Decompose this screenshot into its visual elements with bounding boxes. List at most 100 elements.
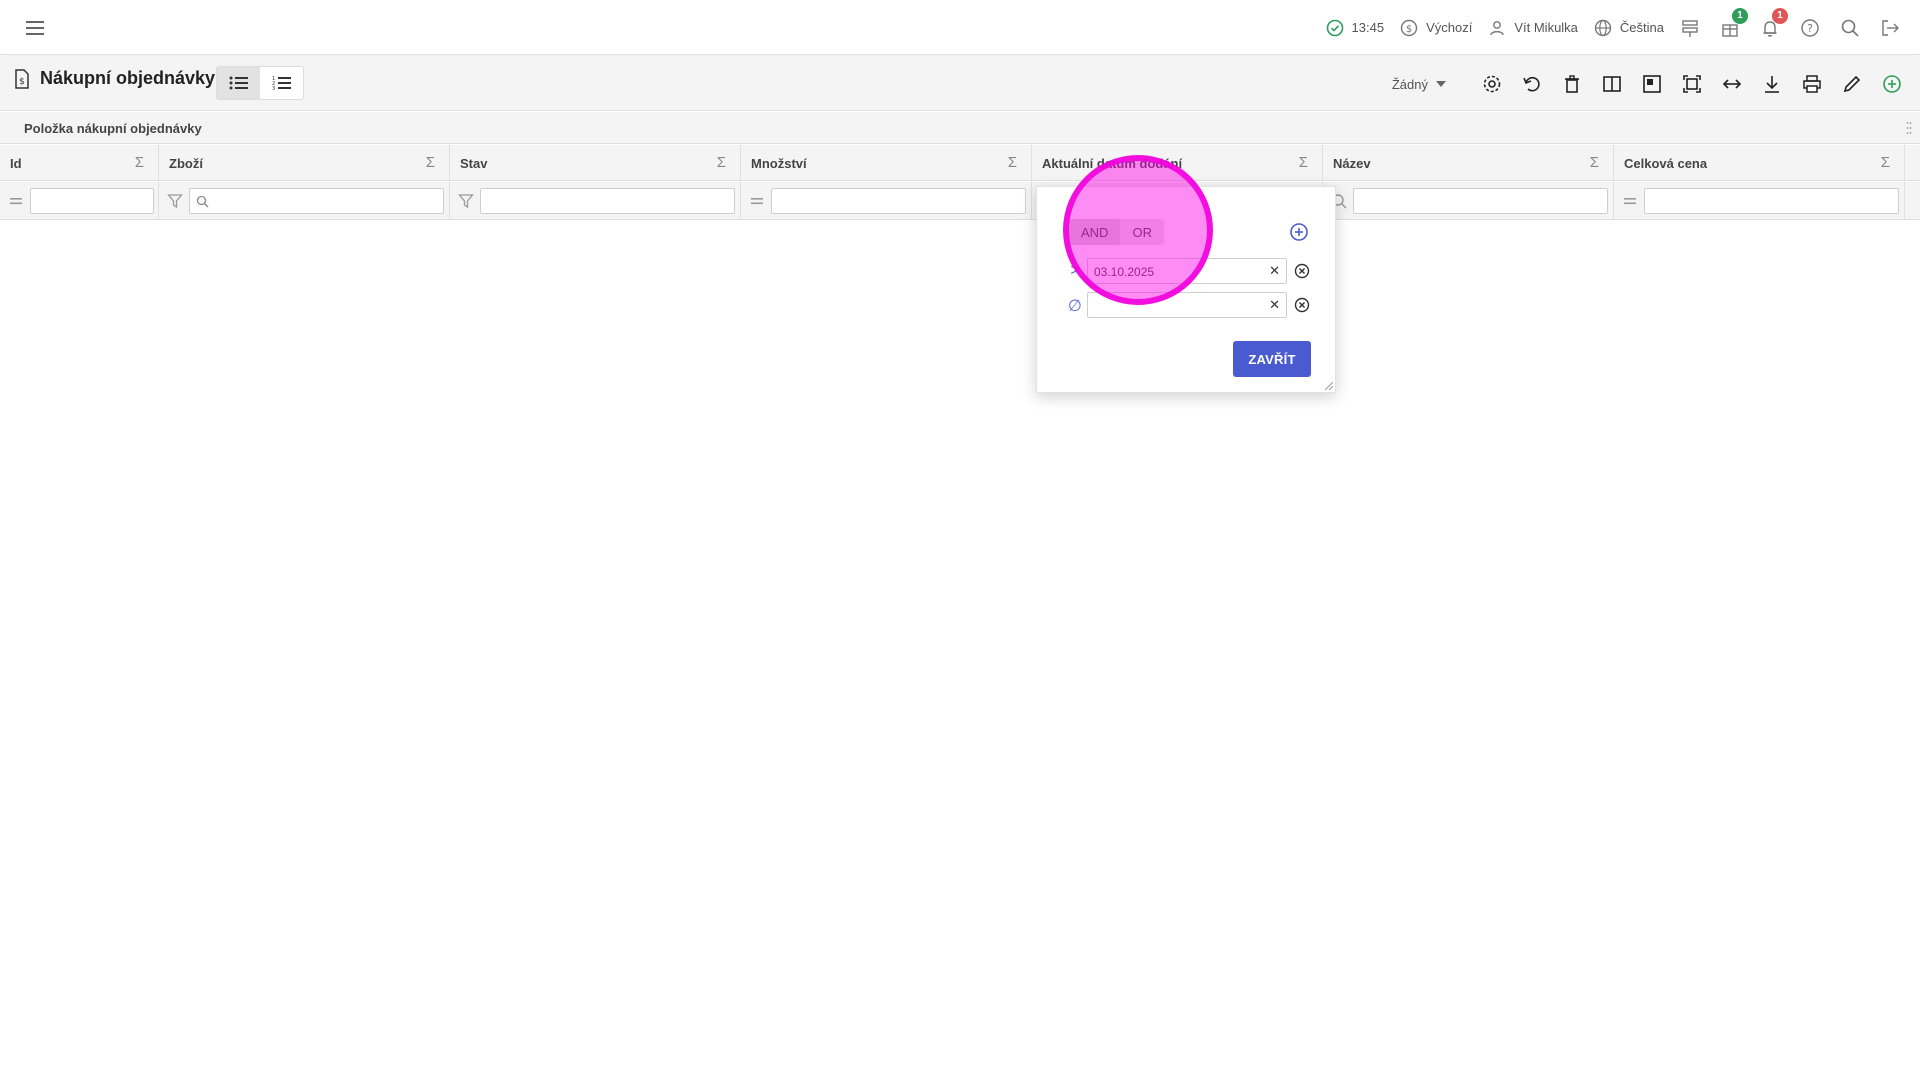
operator-button[interactable]: > [1067, 262, 1083, 280]
arrows-horizontal-icon [1722, 79, 1742, 89]
language-label: Čeština [1619, 20, 1664, 35]
image-button[interactable] [1640, 72, 1664, 96]
pencil-icon [1843, 75, 1861, 93]
resize-handle-icon[interactable] [1325, 382, 1333, 390]
language-selector[interactable]: Čeština [1594, 19, 1664, 37]
column-label: Název [1333, 156, 1371, 171]
grid-filter-row [0, 182, 1920, 220]
fit-screen-icon [1683, 75, 1701, 93]
filter-input-zbozi[interactable] [189, 188, 444, 214]
search-icon[interactable] [1840, 18, 1860, 38]
preset-selector[interactable]: Žádný [1392, 77, 1446, 92]
column-label: Id [10, 156, 22, 171]
filter-input-celkova-cena[interactable] [1644, 188, 1899, 214]
svg-text:$: $ [19, 77, 25, 87]
column-header-mnozstvi[interactable]: Množství Σ [741, 145, 1032, 181]
date-filter-popup: AND OR > 03.10.2025 ✕ ∅ ✕ ZAVŘÍT [1036, 186, 1336, 393]
filter-cell-mnozstvi [741, 182, 1032, 220]
filter-input-mnozstvi[interactable] [771, 188, 1026, 214]
column-label: Zboží [169, 156, 203, 171]
drag-handle-icon[interactable] [1906, 121, 1912, 135]
grid-group-header: Položka nákupní objednávky [0, 112, 1920, 144]
filter-cell-id [0, 182, 159, 220]
columns-icon [1603, 76, 1621, 92]
image-icon [1643, 75, 1661, 93]
add-condition-icon[interactable] [1289, 222, 1309, 242]
remove-condition-icon[interactable] [1293, 262, 1311, 280]
filter-cell-stav [450, 182, 741, 220]
signpost-icon[interactable] [1680, 18, 1700, 38]
delete-button[interactable] [1560, 72, 1584, 96]
download-icon [1765, 76, 1779, 93]
column-label: Aktuální datum dodání [1042, 156, 1183, 171]
undo-icon [1523, 76, 1540, 92]
sigma-icon[interactable]: Σ [135, 154, 144, 171]
remove-condition-icon[interactable] [1293, 296, 1311, 314]
fit-screen-button[interactable] [1680, 72, 1704, 96]
operator-button[interactable]: ∅ [1067, 296, 1083, 316]
logout-icon[interactable] [1880, 18, 1900, 38]
column-header-id[interactable]: Id Σ [0, 145, 159, 181]
column-header-stav[interactable]: Stav Σ [450, 145, 741, 181]
columns-button[interactable] [1600, 72, 1624, 96]
list-view-button[interactable] [217, 67, 260, 99]
sigma-icon[interactable]: Σ [1008, 154, 1017, 171]
search-icon [196, 195, 209, 208]
user-menu[interactable]: Vít Mikulka [1488, 19, 1578, 37]
reset-button[interactable] [1520, 72, 1544, 96]
funnel-icon[interactable] [167, 193, 183, 209]
numbered-list-icon: 123 [272, 76, 291, 91]
toolbar: $ Nákupní objednávky 123 Žádný [0, 56, 1920, 111]
condition-value: 03.10.2025 [1094, 265, 1155, 279]
equals-icon[interactable] [749, 193, 765, 209]
menu-icon[interactable] [24, 17, 46, 39]
expand-width-button[interactable] [1720, 72, 1744, 96]
column-header-celkova-cena[interactable]: Celková cena Σ [1614, 145, 1905, 181]
caret-down-icon [1436, 81, 1446, 87]
currency-label: Výchozí [1426, 20, 1473, 35]
currency-selector[interactable]: $ Výchozí [1400, 19, 1472, 37]
clear-icon[interactable]: ✕ [1269, 297, 1280, 313]
logic-and-button[interactable]: AND [1069, 219, 1121, 245]
download-button[interactable] [1760, 72, 1784, 96]
logic-or-button[interactable]: OR [1120, 219, 1164, 245]
grid-header-row: Id Σ Zboží Σ Stav Σ Množství Σ Aktuální datu… [0, 145, 1920, 181]
condition-date-input[interactable]: ✕ [1087, 292, 1287, 318]
column-header-zbozi[interactable]: Zboží Σ [159, 145, 450, 181]
clock: 13:45 [1326, 19, 1384, 37]
column-header-delivery-date[interactable]: Aktuální datum dodání Σ [1032, 145, 1323, 181]
clear-icon[interactable]: ✕ [1269, 263, 1280, 279]
column-label: Množství [751, 156, 807, 171]
sigma-icon[interactable]: Σ [1881, 154, 1890, 171]
filter-input-id[interactable] [30, 188, 154, 214]
gift-button[interactable]: 1 [1720, 7, 1748, 38]
filter-input-stav[interactable] [480, 188, 735, 214]
plus-circle-icon [1883, 75, 1901, 93]
filter-input-nazev[interactable] [1353, 188, 1608, 214]
gear-icon [1483, 75, 1501, 93]
notifications-button[interactable]: 1 [1760, 7, 1788, 38]
sigma-icon[interactable]: Σ [426, 154, 435, 171]
filter-cell-celkova-cena [1614, 182, 1905, 220]
add-button[interactable] [1880, 72, 1904, 96]
notification-badge: 1 [1772, 7, 1788, 24]
trash-icon [1565, 75, 1579, 93]
sigma-icon[interactable]: Σ [1299, 154, 1308, 171]
close-button[interactable]: ZAVŘÍT [1233, 341, 1311, 377]
page-title: Nákupní objednávky [40, 68, 216, 88]
help-icon[interactable]: ? [1800, 18, 1820, 38]
funnel-icon[interactable] [458, 193, 474, 209]
top-bar: 13:45 $ Výchozí Vít Mikulka Čeština 1 1 … [0, 0, 1920, 55]
equals-icon[interactable] [1622, 193, 1638, 209]
column-header-nazev[interactable]: Název Σ [1323, 145, 1614, 181]
list-icon [229, 76, 248, 90]
numbered-list-view-button[interactable]: 123 [260, 67, 303, 99]
preset-selector-value: Žádný [1391, 76, 1428, 92]
condition-date-input[interactable]: 03.10.2025 ✕ [1087, 258, 1287, 284]
settings-button[interactable] [1480, 72, 1504, 96]
equals-icon[interactable] [8, 193, 24, 209]
edit-button[interactable] [1840, 72, 1864, 96]
sigma-icon[interactable]: Σ [717, 154, 726, 171]
print-button[interactable] [1800, 72, 1824, 96]
sigma-icon[interactable]: Σ [1590, 154, 1599, 171]
